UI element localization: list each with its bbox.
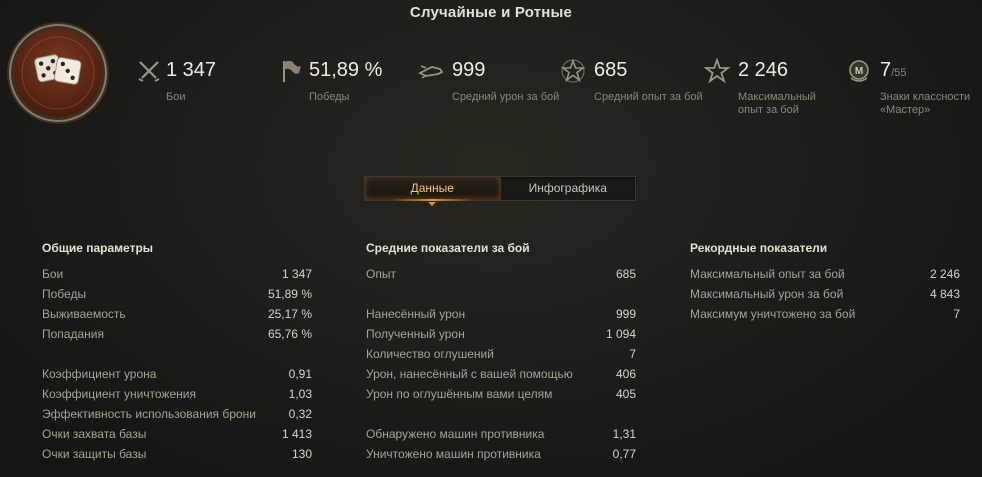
- row-label: Очки защиты базы: [42, 447, 147, 461]
- records-section: Рекордные показатели Максимальный опыт з…: [690, 240, 960, 324]
- row-value: 4 843: [929, 287, 960, 301]
- row-label: Максимальный урон за бой: [690, 287, 844, 301]
- table-row: Бои 1 347: [42, 264, 312, 284]
- tab-label: Инфографика: [528, 181, 607, 195]
- row-value: 406: [615, 367, 636, 381]
- row-value: 1,03: [288, 387, 312, 401]
- crossed-swords-icon: [138, 61, 160, 82]
- table-row: Полученный урон 1 094: [366, 324, 636, 344]
- row-value: 405: [615, 387, 636, 401]
- stat-value: 2 246: [738, 59, 789, 81]
- row-value: 0,77: [612, 447, 636, 461]
- row-value: 0,32: [288, 407, 312, 421]
- row-label: Нанесённый урон: [366, 307, 466, 321]
- table-row: Эффективность использования брони 0,32: [42, 404, 312, 424]
- stat-value: 51,89 %: [309, 59, 383, 81]
- table-row: Попадания 65,76 %: [42, 324, 312, 344]
- stat-label: Победы: [309, 91, 350, 103]
- table-row: Опыт 685: [366, 264, 636, 284]
- row-label: Коэффициент уничтожения: [42, 387, 196, 401]
- section-heading: Рекордные показатели: [690, 241, 828, 255]
- row-value: 7: [953, 307, 960, 321]
- row-value: 685: [615, 267, 636, 281]
- row-label: Коэффициент урона: [42, 367, 157, 381]
- row-label: Количество оглушений: [366, 347, 494, 361]
- row-label: Максимум уничтожено за бой: [690, 307, 856, 321]
- row-value: 1 094: [605, 327, 636, 341]
- table-row: Очки захвата базы 1 413: [42, 424, 312, 444]
- dice-icon: [14, 29, 102, 117]
- row-value: 130: [291, 447, 312, 461]
- section-heading: Средние показатели за бой: [366, 241, 530, 255]
- stat-value: 999: [452, 59, 486, 81]
- row-label: Уничтожено машин противника: [366, 447, 541, 461]
- row-value: 1 413: [281, 427, 312, 441]
- stat-value: 685: [594, 59, 628, 81]
- row-label: Полученный урон: [366, 327, 465, 341]
- star-outline-icon: [560, 58, 586, 83]
- row-label: Бои: [42, 267, 64, 281]
- row-value: 51,89 %: [267, 287, 312, 301]
- table-row: Обнаружено машин противника 1,31: [366, 424, 636, 444]
- stat-label: Знаки классности «Мастер»: [880, 91, 971, 116]
- stat-label: Бои: [166, 91, 186, 103]
- tab-infographic[interactable]: Инфографика: [501, 177, 636, 200]
- tab-active-glow: [391, 199, 473, 201]
- table-row: Максимальный урон за бой 4 843: [690, 284, 960, 304]
- table-row: Коэффициент урона 0,91: [42, 364, 312, 384]
- table-row: Максимальный опыт за бой 2 246: [690, 264, 960, 284]
- row-label: Урон по оглушённым вами целям: [366, 387, 553, 401]
- shell-damage-icon: [418, 65, 444, 79]
- table-row: Нанесённый урон 999: [366, 304, 636, 324]
- table-row: Коэффициент уничтожения 1,03: [42, 384, 312, 404]
- chevron-down-icon: [428, 202, 437, 206]
- stat-label: Средний опыт за бой: [594, 91, 703, 103]
- row-label: Урон, нанесённый с вашей помощью: [366, 367, 573, 381]
- flag-icon: [283, 60, 301, 82]
- row-label: Попадания: [42, 327, 104, 341]
- row-label: Обнаружено машин противника: [366, 427, 545, 441]
- table-row: Уничтожено машин противника 0,77: [366, 444, 636, 464]
- row-value: 1,31: [612, 427, 636, 441]
- table-row: Количество оглушений 7: [366, 344, 636, 364]
- general-params-section: Общие параметры Бои 1 347 Победы 51,89 % В…: [42, 240, 312, 464]
- stat-value: 7/55: [880, 59, 907, 81]
- row-value: 65,76 %: [267, 327, 312, 341]
- row-label: Победы: [42, 287, 87, 301]
- stat-value: 1 347: [166, 59, 217, 81]
- average-stats-section: Средние показатели за бой Опыт 685 Нанесё…: [366, 240, 636, 464]
- row-value: 7: [629, 347, 636, 361]
- table-row: Максимум уничтожено за бой 7: [690, 304, 960, 324]
- table-row: Урон, нанесённый с вашей помощью 406: [366, 364, 636, 384]
- row-label: Опыт: [366, 267, 396, 281]
- row-value: 1 347: [281, 267, 312, 281]
- row-value: 25,17 %: [267, 307, 312, 321]
- table-row: Урон по оглушённым вами целям 405: [366, 384, 636, 404]
- row-label: Выживаемость: [42, 307, 126, 321]
- row-value: 2 246: [929, 267, 960, 281]
- stat-label: Максимальный опыт за бой: [738, 91, 816, 116]
- view-tabs: Данные Инфографика: [364, 176, 636, 206]
- row-value: 999: [615, 307, 636, 321]
- table-row: Очки защиты базы 130: [42, 444, 312, 464]
- page-title: Случайные и Ротные: [409, 4, 573, 21]
- mastery-badge-icon: M: [849, 60, 869, 82]
- table-row: Выживаемость 25,17 %: [42, 304, 312, 324]
- row-label: Максимальный опыт за бой: [690, 267, 845, 281]
- tab-data[interactable]: Данные: [365, 177, 501, 206]
- star-icon: [704, 58, 730, 84]
- section-heading: Общие параметры: [42, 241, 154, 255]
- row-label: Эффективность использования брони: [42, 407, 256, 421]
- table-row: Победы 51,89 %: [42, 284, 312, 304]
- svg-text:M: M: [855, 66, 863, 77]
- row-value: 0,91: [288, 367, 312, 381]
- stat-label: Средний урон за бой: [452, 91, 560, 103]
- row-label: Очки захвата базы: [42, 427, 147, 441]
- tab-label: Данные: [410, 181, 454, 195]
